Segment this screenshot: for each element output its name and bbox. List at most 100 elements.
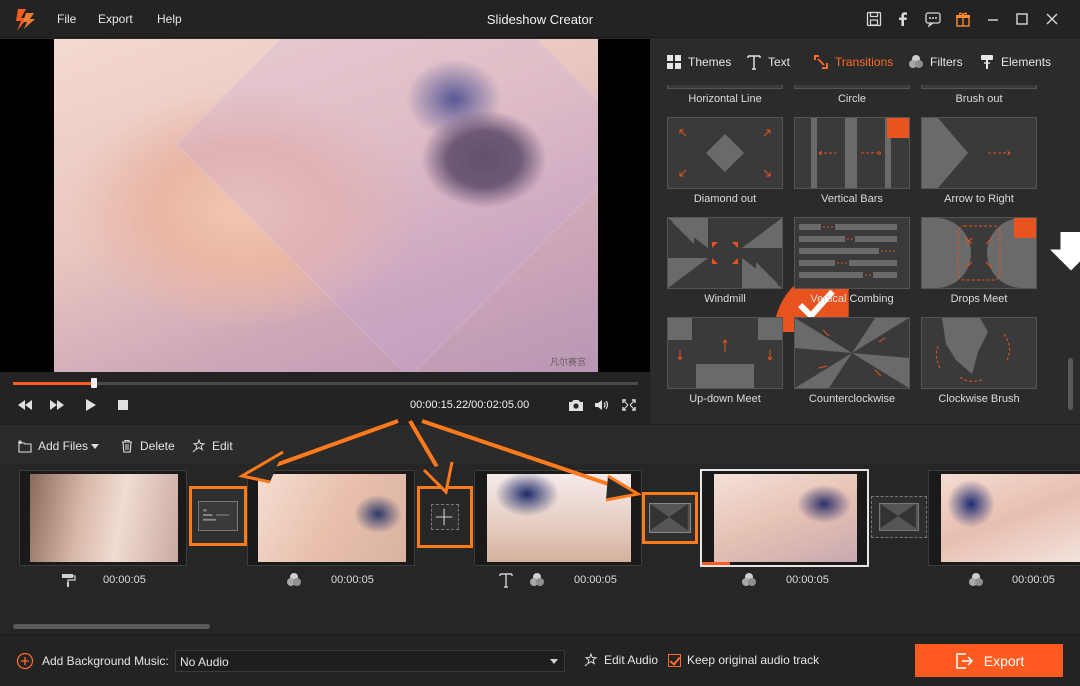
keep-audio-label: Keep original audio track bbox=[687, 653, 820, 667]
add-background-music[interactable]: Add Background Music: bbox=[16, 652, 169, 670]
add-files-button[interactable]: Add Files bbox=[18, 439, 100, 453]
audio-select[interactable]: No Audio bbox=[175, 650, 565, 672]
clip-duration: 00:00:05 bbox=[331, 574, 374, 586]
app-logo-icon bbox=[16, 9, 35, 31]
panel-tabs: Themes Text Transitions Filters Elements bbox=[653, 39, 1080, 85]
edit-audio-button[interactable]: Edit Audio bbox=[584, 653, 658, 667]
add-transition-plus-icon bbox=[431, 504, 459, 530]
transition-slot-2[interactable] bbox=[417, 486, 473, 548]
tab-filters[interactable]: Filters bbox=[908, 53, 963, 71]
transition-label-circle[interactable]: Circle bbox=[794, 93, 910, 105]
transition-slot-1[interactable] bbox=[189, 486, 247, 546]
menu-file[interactable]: File bbox=[57, 12, 76, 26]
text-icon bbox=[747, 55, 761, 70]
transition-slot-4[interactable] bbox=[871, 496, 927, 538]
tab-elements[interactable]: Elements bbox=[979, 53, 1051, 71]
filters-icon[interactable] bbox=[529, 572, 545, 588]
transition-label: Arrow to Right bbox=[944, 193, 1014, 205]
timeline-clip[interactable] bbox=[19, 470, 187, 566]
progress-track[interactable] bbox=[13, 378, 638, 388]
grid-icon bbox=[667, 55, 681, 69]
transition-drops-meet[interactable] bbox=[921, 217, 1080, 289]
feedback-icon[interactable] bbox=[924, 10, 942, 28]
close-icon[interactable] bbox=[1043, 10, 1061, 28]
panel-scrollbar[interactable] bbox=[1068, 358, 1073, 410]
filters-icon[interactable] bbox=[286, 572, 302, 588]
transition-label: Vertical Combing bbox=[810, 293, 894, 305]
video-preview: 凡尔赛宫 bbox=[0, 39, 650, 372]
transition-label: Vertical Bars bbox=[821, 193, 883, 205]
filters-icon[interactable] bbox=[741, 572, 757, 588]
transitions-icon bbox=[814, 55, 828, 69]
keep-audio-toggle[interactable]: Keep original audio track bbox=[668, 653, 819, 667]
export-button[interactable]: Export bbox=[915, 644, 1063, 677]
transition-arrow-to-right[interactable] bbox=[921, 117, 1037, 189]
clip-duration: 00:00:05 bbox=[103, 574, 146, 586]
timeline-clip[interactable] bbox=[474, 470, 642, 566]
clip-thumbnail bbox=[941, 474, 1080, 562]
rewind-icon[interactable] bbox=[16, 398, 34, 412]
image-watermark: 凡尔赛宫 bbox=[549, 358, 586, 368]
app-window: File Export Help Slideshow Creator 凡尔赛宫 bbox=[0, 0, 1080, 686]
gift-icon[interactable] bbox=[954, 10, 972, 28]
volume-icon[interactable] bbox=[593, 398, 611, 412]
transition-diamond-out[interactable] bbox=[667, 117, 783, 189]
trash-icon bbox=[122, 439, 132, 453]
facebook-icon[interactable] bbox=[894, 10, 912, 28]
transition-counterclockwise[interactable] bbox=[794, 317, 910, 389]
edit-button[interactable]: Edit bbox=[192, 439, 233, 453]
transition-up-down-meet[interactable] bbox=[667, 317, 783, 389]
timeline-scrollbar[interactable] bbox=[13, 624, 210, 629]
progress-handle[interactable] bbox=[91, 378, 98, 388]
transition-label: Up-down Meet bbox=[689, 393, 761, 405]
transition-vertical-combing[interactable] bbox=[794, 217, 910, 289]
tab-text-label: Text bbox=[768, 55, 791, 69]
transition-clockwise-brush[interactable] bbox=[921, 317, 1037, 389]
download-icon[interactable] bbox=[887, 118, 965, 171]
menu-export[interactable]: Export bbox=[98, 12, 133, 26]
timeline-toolbar: Add Files Delete Edit bbox=[0, 424, 1080, 464]
timeline-clip[interactable] bbox=[247, 470, 415, 566]
playback-controls: 00:00:15.22/00:02:05.00 bbox=[0, 372, 650, 424]
save-icon[interactable] bbox=[865, 10, 883, 28]
tab-themes[interactable]: Themes bbox=[666, 53, 731, 71]
transition-label: Drops Meet bbox=[950, 293, 1008, 305]
export-label: Export bbox=[983, 652, 1025, 669]
transition-label: Clockwise Brush bbox=[938, 393, 1020, 405]
diamond-transition-overlay bbox=[175, 39, 598, 372]
transition-label-brush-out[interactable]: Brush out bbox=[921, 93, 1037, 105]
tab-elements-label: Elements bbox=[1001, 55, 1052, 69]
preview-image: 凡尔赛宫 bbox=[54, 39, 598, 372]
timeline-clip-selected[interactable] bbox=[700, 469, 869, 567]
magic-wand-icon bbox=[192, 439, 206, 453]
maximize-icon[interactable] bbox=[1013, 10, 1031, 28]
delete-button[interactable]: Delete bbox=[120, 439, 175, 453]
snapshot-icon[interactable] bbox=[567, 398, 585, 412]
paint-roller-icon[interactable] bbox=[60, 572, 76, 588]
elements-icon bbox=[981, 55, 993, 69]
filters-icon bbox=[909, 55, 923, 68]
play-icon[interactable] bbox=[82, 398, 100, 412]
transition-label-horizontal-line[interactable]: Horizontal Line bbox=[667, 93, 783, 105]
chevron-down-icon bbox=[550, 659, 558, 664]
tab-text[interactable]: Text bbox=[746, 53, 790, 71]
filters-icon[interactable] bbox=[968, 572, 984, 588]
stop-icon[interactable] bbox=[114, 398, 132, 412]
add-files-icon bbox=[18, 440, 32, 453]
transition-slot-3[interactable] bbox=[642, 492, 698, 544]
download-icon[interactable] bbox=[1014, 218, 1080, 271]
fast-forward-icon[interactable] bbox=[48, 398, 66, 412]
transition-vertical-bars[interactable] bbox=[794, 117, 965, 189]
clip-duration: 00:00:05 bbox=[1012, 574, 1055, 586]
add-files-label: Add Files bbox=[38, 439, 89, 453]
chevron-down-icon bbox=[91, 443, 100, 449]
fullscreen-icon[interactable] bbox=[620, 398, 638, 412]
menu-help[interactable]: Help bbox=[157, 12, 182, 26]
transition-windmill[interactable] bbox=[667, 217, 849, 332]
keep-audio-checkbox[interactable] bbox=[668, 653, 681, 667]
text-icon[interactable] bbox=[498, 572, 514, 588]
minimize-icon[interactable] bbox=[984, 10, 1002, 28]
timeline-clip[interactable] bbox=[928, 470, 1080, 566]
audio-select-value: No Audio bbox=[180, 655, 229, 669]
tab-transitions[interactable]: Transitions bbox=[813, 53, 893, 71]
